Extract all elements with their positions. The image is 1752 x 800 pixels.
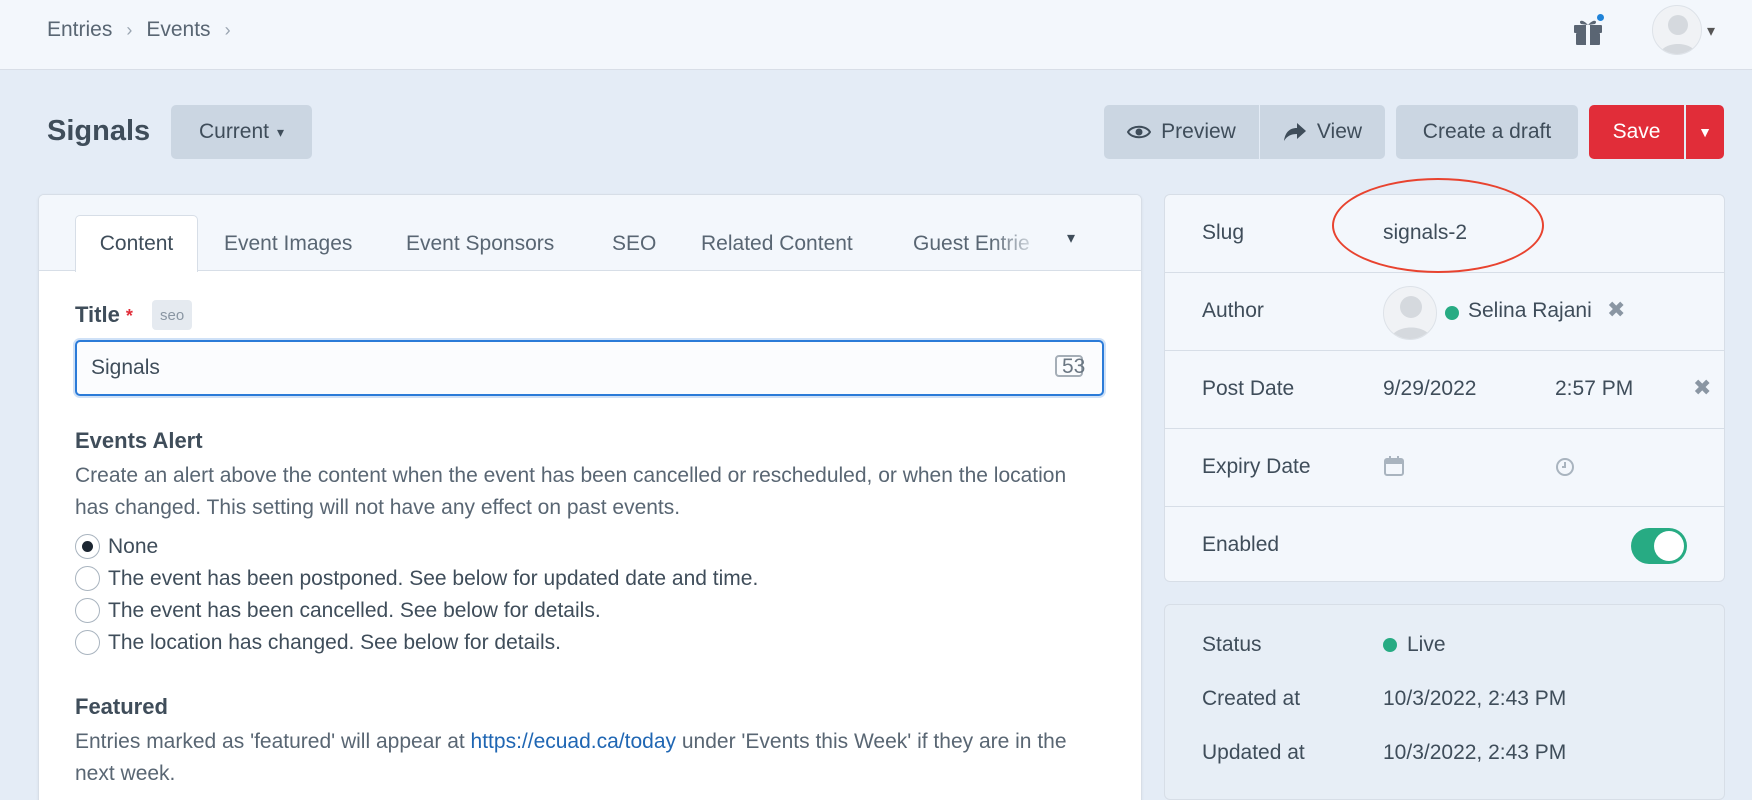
enabled-label: Enabled [1202,533,1280,556]
chevron-right-icon: › [126,19,133,40]
radio-button[interactable] [75,630,100,655]
author-avatar [1383,286,1437,340]
tab-event-sponsors[interactable]: Event Sponsors [406,215,554,272]
featured-text-before: Entries marked as 'featured' will appear… [75,730,471,753]
title-label-text: Title [75,302,120,327]
calendar-icon[interactable] [1383,455,1405,482]
eye-icon [1127,124,1152,140]
save-menu-button[interactable]: ▼ [1686,105,1724,159]
tab-guest-entries[interactable]: Guest Entrie [913,215,1043,272]
expiry-date-label: Expiry Date [1202,455,1311,478]
radio-option-cancelled[interactable]: The event has been cancelled. See below … [75,598,601,623]
created-label: Created at [1202,687,1301,710]
today-link[interactable]: https://ecuad.ca/today [471,730,676,753]
radio-label: The event has been cancelled. See below … [108,598,601,622]
radio-option-postponed[interactable]: The event has been postponed. See below … [75,566,758,591]
revision-menu-button[interactable]: Current ▾ [171,105,312,159]
share-arrow-icon [1283,122,1307,142]
events-alert-instructions: Create an alert above the content when t… [75,464,1067,519]
notification-dot [1595,12,1606,23]
annotation-circle [1332,178,1544,273]
character-count: 53 [1062,355,1086,378]
enabled-row: Enabled [1165,507,1724,585]
status-value: Live [1407,633,1446,656]
tab-bar: Content Event Images Event Sponsors SEO … [39,195,1141,272]
updated-value: 10/3/2022, 2:43 PM [1383,741,1567,764]
revision-label: Current [198,120,269,143]
status-dot [1445,306,1459,320]
featured-label: Featured [75,694,168,719]
updated-label: Updated at [1202,741,1305,764]
view-label: View [1316,120,1363,143]
chevron-down-icon: ▼ [1698,124,1712,140]
slug-label: Slug [1202,221,1245,244]
breadcrumb-events[interactable]: Events [146,18,210,42]
required-mark: * [125,306,133,326]
status-label: Status [1202,633,1262,656]
clock-icon[interactable] [1555,457,1575,482]
radio-button[interactable] [75,598,100,623]
author-name[interactable]: Selina Rajani [1468,299,1592,323]
chevron-down-icon[interactable]: ▾ [1067,228,1075,248]
gift-icon[interactable] [1572,12,1606,46]
top-bar: Entries › Events › ▾ [0,0,1752,70]
featured-instructions: Entries marked as 'featured' will appear… [75,726,1085,790]
chevron-down-icon[interactable]: ▾ [1707,21,1715,41]
create-draft-button[interactable]: Create a draft [1396,105,1578,159]
breadcrumb-entries[interactable]: Entries [47,18,112,42]
expiry-date-row: Expiry Date [1165,429,1724,507]
seo-tag: seo [152,300,193,330]
post-date-label: Post Date [1202,377,1295,400]
user-avatar[interactable] [1652,5,1702,55]
entry-meta-panel: Status Live Created at 10/3/2022, 2:43 P… [1164,604,1725,800]
radio-option-location-changed[interactable]: The location has changed. See below for … [75,630,561,655]
post-time-input[interactable]: 2:57 PM [1555,377,1633,401]
tab-event-images[interactable]: Event Images [224,215,352,272]
chevron-right-icon: › [224,19,231,40]
author-label: Author [1202,299,1264,322]
enabled-toggle[interactable] [1631,528,1687,564]
chevron-down-icon: ▾ [277,123,285,140]
radio-label: None [108,534,159,558]
created-value: 10/3/2022, 2:43 PM [1383,687,1567,710]
preview-button[interactable]: Preview [1104,105,1259,159]
breadcrumb: Entries › Events › [47,18,245,42]
radio-button[interactable] [75,534,100,559]
post-date-input[interactable]: 9/29/2022 [1383,377,1476,401]
view-button[interactable]: View [1260,105,1385,159]
radio-option-none[interactable]: None [75,534,158,559]
title-input[interactable] [75,340,1104,396]
author-row: Author Selina Rajani ✖ [1165,273,1724,351]
save-button[interactable]: Save [1589,105,1684,159]
post-date-row: Post Date 9/29/2022 2:57 PM ✖ [1165,351,1724,429]
clear-post-date-icon[interactable]: ✖ [1693,375,1711,401]
preview-label: Preview [1161,120,1236,143]
live-status-dot [1383,638,1397,652]
radio-label: The location has changed. See below for … [108,630,561,654]
radio-button[interactable] [75,566,100,591]
title-field-label: Title * [75,302,133,328]
events-alert-label: Events Alert [75,428,203,453]
radio-label: The event has been postponed. See below … [108,566,759,590]
remove-author-icon[interactable]: ✖ [1607,297,1625,323]
tab-content[interactable]: Content [75,215,198,272]
page-title: Signals [47,115,151,147]
tab-seo[interactable]: SEO [612,215,656,272]
tab-related-content[interactable]: Related Content [701,215,853,272]
